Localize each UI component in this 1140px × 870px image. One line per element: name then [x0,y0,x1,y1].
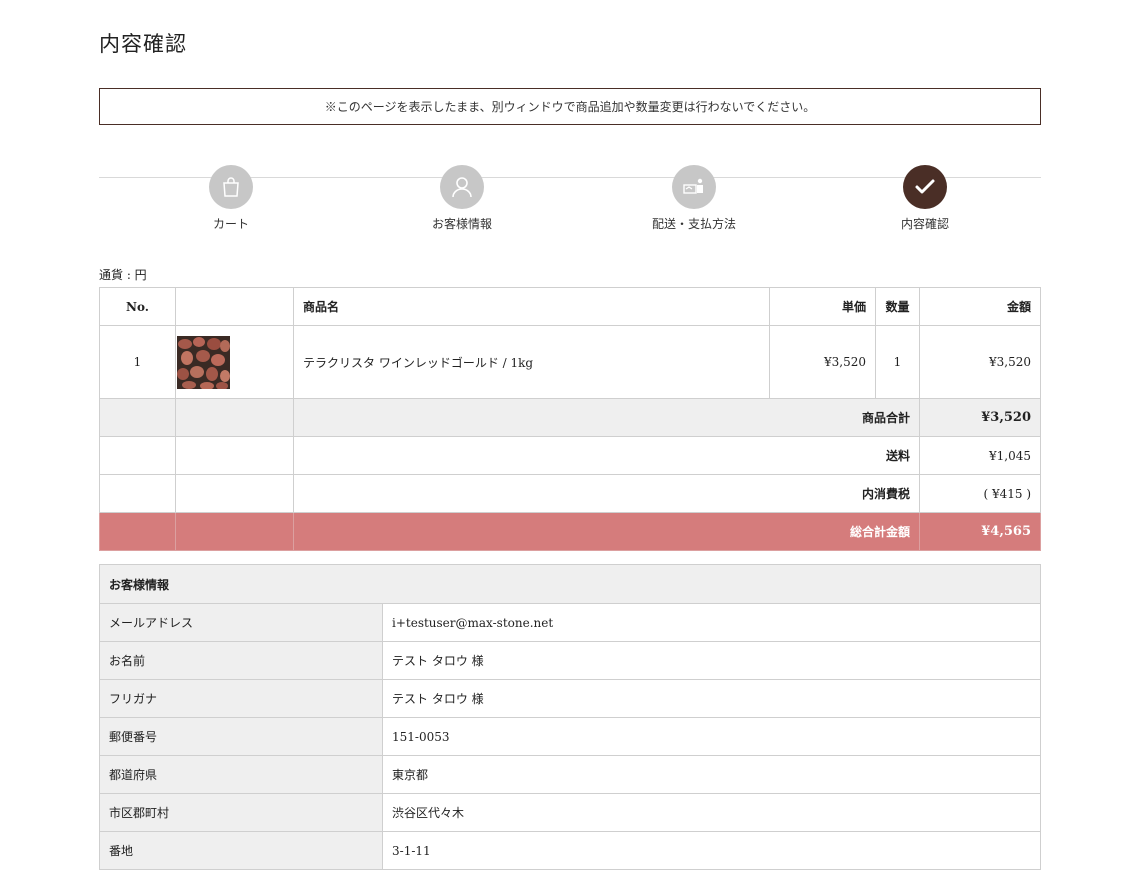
subtotal-value: ¥3,520 [919,398,1041,437]
table-row: 番地 3-1-11 [99,831,1041,870]
table-row: 都道府県 東京都 [99,755,1041,794]
user-icon [440,165,484,209]
shipping-value: ¥1,045 [919,436,1041,475]
header-product-name: 商品名 [293,287,770,326]
currency-label: 通貨 : 円 [99,268,147,282]
step-label: お客様情報 [431,217,492,231]
total-row: 総合計金額 ¥4,565 [99,512,1041,551]
table-row: お名前 テスト タロウ 様 [99,641,1041,680]
field-label: メールアドレス [99,603,383,642]
empty-cell [175,512,294,551]
field-label: 郵便番号 [99,717,383,756]
cart-header-row: No. 商品名 単価 数量 金額 [99,287,1041,326]
step-label: 内容確認 [900,217,949,231]
page-title: 内容確認 [99,32,187,56]
checkout-steps: カート お客様情報 配送・支払方法 内容確認 [99,165,1041,245]
subtotal-row: 商品合計 ¥3,520 [99,398,1041,437]
shipping-label: 送料 [293,436,920,475]
empty-cell [175,474,294,513]
delivery-payment-icon [672,165,716,209]
shipping-row: 送料 ¥1,045 [99,436,1041,475]
item-quantity: 1 [875,325,920,399]
empty-cell [175,436,294,475]
header-quantity: 数量 [875,287,920,326]
header-no: No. [99,287,176,326]
checkmark-icon [903,165,947,209]
item-no: 1 [99,325,176,399]
street-address-value: 3-1-11 [382,831,1041,870]
empty-cell [99,512,176,551]
confirm-page: 内容確認 ※このページを表示したまま、別ウィンドウで商品追加や数量変更は行わない… [0,0,1140,870]
subtotal-label: 商品合計 [293,398,920,437]
field-label: 市区郡町村 [99,793,383,832]
empty-cell [175,398,294,437]
step-delivery-payment: 配送・支払方法 [624,165,764,232]
step-confirm: 内容確認 [855,165,995,232]
cart-table: No. 商品名 単価 数量 金額 1 テラクリスタ ワインレッドゴールド / 1… [99,287,1041,551]
table-row: 市区郡町村 渋谷区代々木 [99,793,1041,832]
empty-cell [99,474,176,513]
item-image-cell [175,325,294,399]
header-image [175,287,294,326]
tax-row: 内消費税 ( ¥415 ) [99,474,1041,513]
customer-info-heading-row: お客様情報 [99,564,1041,604]
email-value: i+testuser@max-stone.net [382,603,1041,642]
customer-info-heading: お客様情報 [99,564,1041,604]
empty-cell [99,436,176,475]
total-value: ¥4,565 [919,512,1041,551]
field-label: 都道府県 [99,755,383,794]
step-customer-info: お客様情報 [392,165,532,232]
table-row: 郵便番号 151-0053 [99,717,1041,756]
name-value: テスト タロウ 様 [382,641,1041,680]
field-label: 番地 [99,831,383,870]
table-row: 1 テラクリスタ ワインレッドゴールド / 1kg ¥3,520 1 ¥3,52… [99,325,1041,399]
notice-text: ※このページを表示したまま、別ウィンドウで商品追加や数量変更は行わないでください… [324,100,816,114]
notice-box: ※このページを表示したまま、別ウィンドウで商品追加や数量変更は行わないでください… [99,88,1041,125]
header-amount: 金額 [919,287,1041,326]
field-label: お名前 [99,641,383,680]
header-unit-price: 単価 [769,287,876,326]
field-label: フリガナ [99,679,383,718]
step-cart: カート [161,165,301,232]
table-row: フリガナ テスト タロウ 様 [99,679,1041,718]
prefecture-value: 東京都 [382,755,1041,794]
item-unit-price: ¥3,520 [769,325,876,399]
customer-info-table: お客様情報 メールアドレス i+testuser@max-stone.net お… [99,564,1041,870]
tax-value: ( ¥415 ) [919,474,1041,513]
tax-label: 内消費税 [293,474,920,513]
city-value: 渋谷区代々木 [382,793,1041,832]
shopping-bag-icon [209,165,253,209]
item-name: テラクリスタ ワインレッドゴールド / 1kg [293,325,770,399]
furigana-value: テスト タロウ 様 [382,679,1041,718]
postal-code-value: 151-0053 [382,717,1041,756]
product-thumbnail[interactable] [177,335,230,389]
item-amount: ¥3,520 [919,325,1041,399]
step-label: カート [212,217,249,231]
total-label: 総合計金額 [293,512,920,551]
empty-cell [99,398,176,437]
step-label: 配送・支払方法 [651,217,736,231]
table-row: メールアドレス i+testuser@max-stone.net [99,603,1041,642]
